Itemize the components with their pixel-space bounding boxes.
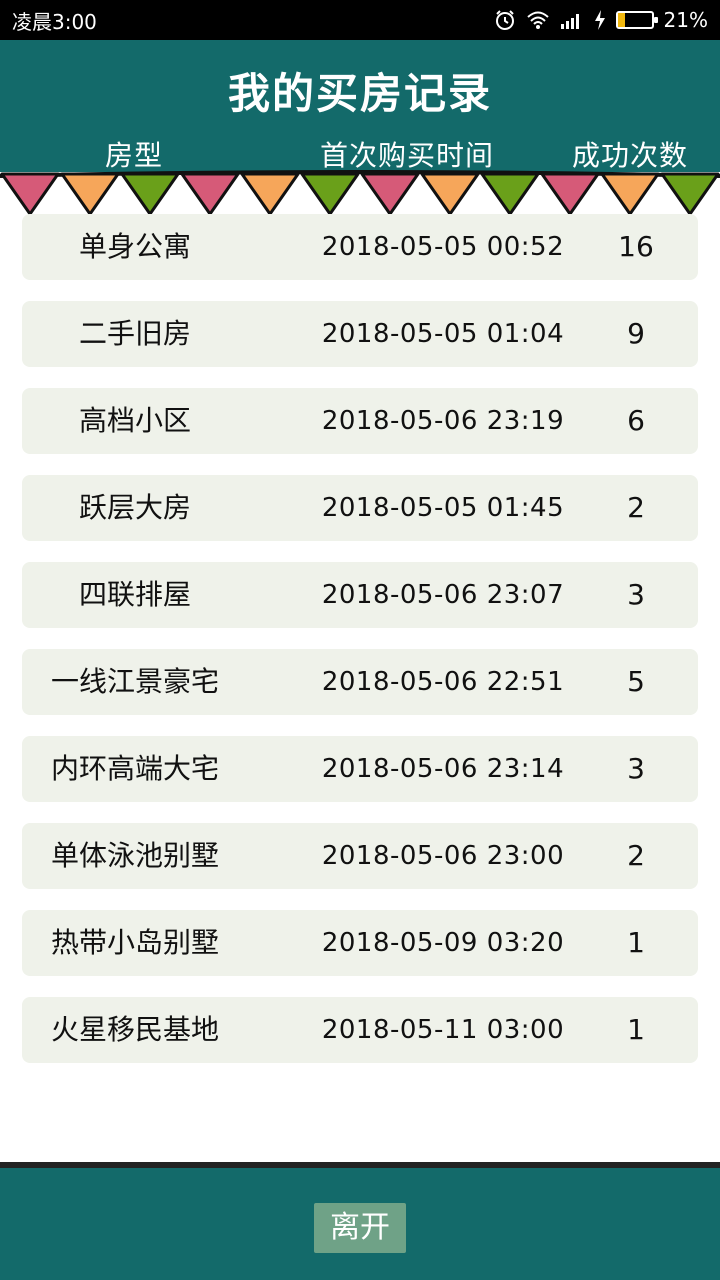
battery-percent: 21% [663, 8, 708, 32]
record-type: 单身公寓 [78, 230, 191, 263]
page-title: 我的买房记录 [227, 69, 492, 118]
record-first-time: 2018-05-09 03:20 [321, 928, 565, 958]
record-count: 3 [627, 578, 645, 611]
record-row: 四联排屋 2018-05-06 23:07 3 [22, 562, 698, 628]
record-count: 5 [627, 665, 645, 698]
bunting-flag [540, 172, 600, 216]
record-type: 一线江景豪宅 [50, 665, 219, 698]
record-first-time: 2018-05-05 01:04 [321, 319, 565, 349]
record-row: 单身公寓 2018-05-05 00:52 16 [22, 214, 698, 280]
bunting-flag [600, 172, 660, 216]
status-bar: 凌晨3:00 21% [0, 0, 720, 40]
charging-icon [594, 10, 606, 30]
record-row: 二手旧房 2018-05-05 01:04 9 [22, 301, 698, 367]
record-first-time: 2018-05-05 01:45 [321, 493, 565, 523]
record-first-time: 2018-05-06 23:07 [321, 580, 565, 610]
record-type: 内环高端大宅 [50, 752, 219, 785]
record-first-time: 2018-05-06 23:00 [321, 841, 565, 871]
record-count: 2 [627, 491, 645, 524]
record-row: 一线江景豪宅 2018-05-06 22:51 5 [22, 649, 698, 715]
footer: 离开 [0, 1168, 720, 1280]
record-count: 6 [627, 404, 645, 437]
wifi-icon [526, 10, 550, 30]
bunting-flag [60, 172, 120, 216]
record-type: 四联排屋 [78, 578, 191, 611]
alarm-icon [494, 9, 516, 31]
record-type: 火星移民基地 [50, 1013, 219, 1046]
bunting-flag [480, 172, 540, 216]
leave-button[interactable]: 离开 [314, 1203, 406, 1253]
bunting-flag [660, 172, 720, 216]
record-first-time: 2018-05-05 00:52 [321, 232, 565, 262]
record-type: 跃层大房 [78, 491, 191, 524]
record-count: 1 [627, 926, 645, 959]
bunting-flag [180, 172, 240, 216]
record-type: 热带小岛别墅 [50, 926, 219, 959]
bunting-flag [120, 172, 180, 216]
bunting-flag [420, 172, 480, 216]
record-row: 热带小岛别墅 2018-05-09 03:20 1 [22, 910, 698, 976]
signal-icon [560, 10, 584, 30]
bunting-flag [300, 172, 360, 216]
header: 我的买房记录 房型 首次购买时间 成功次数 [0, 40, 720, 172]
record-type: 单体泳池别墅 [50, 839, 219, 872]
status-time: 凌晨3:00 [12, 9, 97, 34]
bunting-flag [240, 172, 300, 216]
record-first-time: 2018-05-06 22:51 [321, 667, 565, 697]
record-count: 1 [627, 1013, 645, 1046]
record-count: 2 [627, 839, 645, 872]
record-row: 火星移民基地 2018-05-11 03:00 1 [22, 997, 698, 1063]
record-count: 3 [627, 752, 645, 785]
record-first-time: 2018-05-06 23:14 [321, 754, 565, 784]
record-row: 跃层大房 2018-05-05 01:45 2 [22, 475, 698, 541]
record-row: 单体泳池别墅 2018-05-06 23:00 2 [22, 823, 698, 889]
bunting-flag [360, 172, 420, 216]
record-type: 高档小区 [78, 404, 191, 437]
record-type: 二手旧房 [78, 317, 191, 350]
status-icons: 21% [494, 8, 708, 32]
record-row: 内环高端大宅 2018-05-06 23:14 3 [22, 736, 698, 802]
battery-icon [615, 11, 658, 29]
bunting-flag [0, 172, 60, 216]
record-row: 高档小区 2018-05-06 23:19 6 [22, 388, 698, 454]
record-count: 9 [627, 317, 645, 350]
record-first-time: 2018-05-11 03:00 [321, 1015, 565, 1045]
record-first-time: 2018-05-06 23:19 [321, 406, 565, 436]
record-count: 16 [618, 230, 654, 263]
